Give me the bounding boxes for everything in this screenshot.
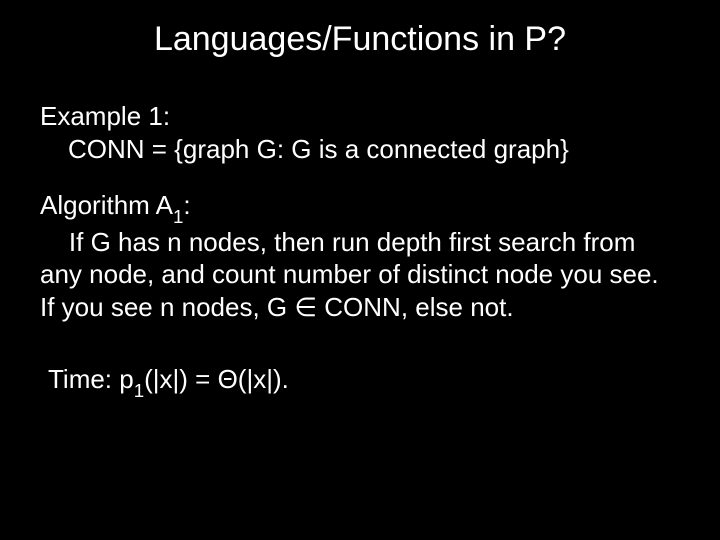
element-of-symbol: ∈ <box>294 292 317 322</box>
algorithm-heading-pre: Algorithm A <box>40 190 173 220</box>
time-mid: (|x|) = Θ(|x|). <box>144 364 289 394</box>
algorithm-heading-sub: 1 <box>173 206 183 227</box>
algorithm-text: If G has n nodes, then run depth first s… <box>40 227 659 322</box>
time-block: Time: p1(|x|) = Θ(|x|). <box>40 363 680 400</box>
example-block: Example 1: CONN = {graph G: G is a conne… <box>40 100 680 165</box>
slide-title: Languages/Functions in P? <box>0 20 720 59</box>
algorithm-heading-post: : <box>183 190 190 220</box>
time-pre: Time: p <box>48 364 134 394</box>
example-definition: CONN = {graph G: G is a connected graph} <box>40 133 680 166</box>
slide: Languages/Functions in P? Example 1: CON… <box>0 0 720 540</box>
algorithm-text-part2: CONN, else not. <box>317 292 514 322</box>
algorithm-block: Algorithm A1: If G has n nodes, then run… <box>40 189 680 323</box>
example-heading: Example 1: <box>40 101 170 131</box>
slide-body: Example 1: CONN = {graph G: G is a conne… <box>40 100 680 424</box>
time-sub: 1 <box>134 380 144 401</box>
